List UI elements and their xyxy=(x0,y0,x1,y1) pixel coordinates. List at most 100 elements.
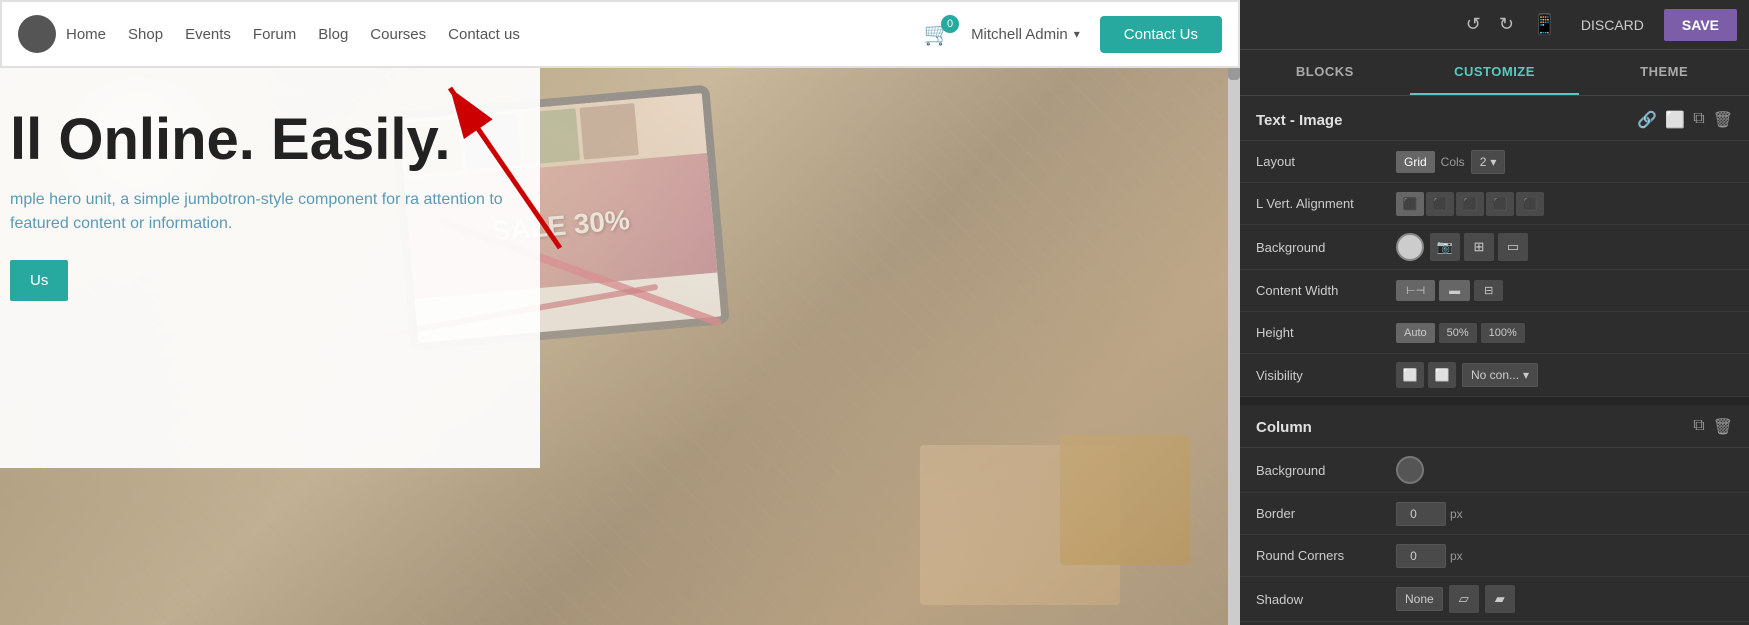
undo-icon[interactable]: ↺ xyxy=(1462,10,1485,39)
chevron-down-icon: ▾ xyxy=(1523,368,1529,382)
height-controls: Auto 50% 100% xyxy=(1396,323,1733,343)
tab-customize[interactable]: CUSTOMIZE xyxy=(1410,50,1580,95)
background-icon-btns: 📷 ⊞ ▭ xyxy=(1430,233,1528,261)
col-background-color-toggle[interactable] xyxy=(1396,456,1424,484)
main-scrollbar[interactable] xyxy=(1228,0,1240,625)
nav-courses[interactable]: Courses xyxy=(370,26,426,43)
nav-links: Home Shop Events Forum Blog Courses Cont… xyxy=(66,26,924,43)
align-top-btn[interactable]: ⬛ xyxy=(1396,192,1424,216)
vis-mobile-btn[interactable]: ⬜ xyxy=(1428,362,1456,388)
align-stretch-btn[interactable]: ⬛ xyxy=(1486,192,1514,216)
visibility-row: Visibility ⬜ ⬜ No con... ▾ xyxy=(1240,354,1749,397)
column-section-icons: ⧉ 🗑 xyxy=(1693,417,1733,437)
background-color-toggle[interactable] xyxy=(1396,233,1424,261)
bg-image-btn[interactable]: 📷 xyxy=(1430,233,1460,261)
round-corners-unit: px xyxy=(1450,549,1463,563)
nav-admin[interactable]: Mitchell Admin ▾ xyxy=(971,26,1080,43)
content-width-row: Content Width ⊢⊣ ▬ ⊟ xyxy=(1240,270,1749,312)
cols-dropdown[interactable]: 2 ▾ xyxy=(1471,150,1506,174)
navbar: Home Shop Events Forum Blog Courses Cont… xyxy=(0,0,1240,68)
align-bottom-btn[interactable]: ⬛ xyxy=(1456,192,1484,216)
section-divider xyxy=(1240,397,1749,405)
no-con-label: No con... xyxy=(1471,368,1519,382)
panel-tabs: BLOCKS CUSTOMIZE THEME xyxy=(1240,50,1749,96)
hero-subtitle: mple hero unit, a simple jumbotron-style… xyxy=(10,188,510,236)
nav-cart[interactable]: 🛒 0 xyxy=(924,21,951,47)
background-row: Background 📷 ⊞ ▭ xyxy=(1240,225,1749,270)
width-full-btn[interactable]: ⊟ xyxy=(1474,280,1503,301)
nav-blog[interactable]: Blog xyxy=(318,26,348,43)
shadow-row: Shadow None ▱ ▰ xyxy=(1240,577,1749,622)
mobile-device-icon[interactable]: 📱 xyxy=(1528,8,1561,41)
section-title: Text - Image xyxy=(1256,112,1342,129)
discard-button[interactable]: DISCARD xyxy=(1571,11,1654,39)
round-corners-value-input[interactable] xyxy=(1396,544,1446,568)
shadow-option-2[interactable]: ▰ xyxy=(1485,585,1515,613)
main-preview: Home Shop Events Forum Blog Courses Cont… xyxy=(0,0,1240,625)
layout-label: Layout xyxy=(1256,154,1396,169)
panel-content: Text - Image 🔗 ⬜ ⧉ 🗑 Layout Grid Cols 2 … xyxy=(1240,96,1749,625)
nav-forum[interactable]: Forum xyxy=(253,26,296,43)
tab-theme[interactable]: THEME xyxy=(1579,50,1749,95)
cols-value: 2 xyxy=(1480,155,1487,169)
width-boxed-btn[interactable]: ▬ xyxy=(1439,280,1470,301)
layout-grid-btn[interactable]: Grid xyxy=(1396,151,1435,173)
duplicate-icon[interactable]: ⧉ xyxy=(1693,110,1704,130)
chevron-down-icon: ▾ xyxy=(1074,27,1080,41)
col-background-controls xyxy=(1396,456,1733,484)
tab-blocks[interactable]: BLOCKS xyxy=(1240,50,1410,95)
align-baseline-btn[interactable]: ⬛ xyxy=(1516,192,1544,216)
height-auto-btn[interactable]: Auto xyxy=(1396,323,1435,343)
contact-us-button[interactable]: Contact Us xyxy=(1100,16,1222,53)
visibility-label: Visibility xyxy=(1256,368,1396,383)
round-corners-input-group: px xyxy=(1396,544,1463,568)
height-buttons: Auto 50% 100% xyxy=(1396,323,1525,343)
background-controls: 📷 ⊞ ▭ xyxy=(1396,233,1733,261)
nav-contact[interactable]: Contact us xyxy=(448,26,520,43)
delete-col-icon[interactable]: 🗑 xyxy=(1713,417,1733,437)
redo-icon[interactable]: ↻ xyxy=(1495,10,1518,39)
cart-badge: 0 xyxy=(941,15,959,33)
col-background-label: Background xyxy=(1256,463,1396,478)
copy-col-icon[interactable]: ⧉ xyxy=(1693,417,1704,437)
vert-align-label: L Vert. Alignment xyxy=(1256,196,1396,211)
column-title: Column xyxy=(1256,419,1312,436)
vert-align-controls: ⬛ ⬛ ⬛ ⬛ ⬛ xyxy=(1396,192,1733,216)
link-icon[interactable]: 🔗 xyxy=(1637,110,1657,130)
shadow-none-label: None xyxy=(1396,587,1443,611)
section-icons: 🔗 ⬜ ⧉ 🗑 xyxy=(1637,110,1733,130)
hero-title: ll Online. Easily. xyxy=(10,108,510,172)
shadow-option-1[interactable]: ▱ xyxy=(1449,585,1479,613)
background-label: Background xyxy=(1256,240,1396,255)
content-width-label: Content Width xyxy=(1256,283,1396,298)
round-corners-label: Round Corners xyxy=(1256,548,1396,563)
visibility-controls: ⬜ ⬜ No con... ▾ xyxy=(1396,362,1733,388)
bg-video-btn[interactable]: ▭ xyxy=(1498,233,1528,261)
copy-icon[interactable]: ⬜ xyxy=(1665,110,1685,130)
height-label: Height xyxy=(1256,325,1396,340)
text-image-section-header: Text - Image 🔗 ⬜ ⧉ 🗑 xyxy=(1240,96,1749,141)
layout-controls: Grid Cols 2 ▾ xyxy=(1396,150,1733,174)
delete-icon[interactable]: 🗑 xyxy=(1713,110,1733,130)
height-row: Height Auto 50% 100% xyxy=(1240,312,1749,354)
vis-desktop-btn[interactable]: ⬜ xyxy=(1396,362,1424,388)
save-button[interactable]: SAVE xyxy=(1664,9,1737,41)
col-border-label: Border xyxy=(1256,506,1396,521)
width-expand-btn[interactable]: ⊢⊣ xyxy=(1396,280,1435,301)
nav-events[interactable]: Events xyxy=(185,26,231,43)
align-buttons: ⬛ ⬛ ⬛ ⬛ ⬛ xyxy=(1396,192,1544,216)
height-50-btn[interactable]: 50% xyxy=(1439,323,1477,343)
round-corners-controls: px xyxy=(1396,544,1733,568)
visibility-dropdown[interactable]: No con... ▾ xyxy=(1462,363,1538,387)
height-100-btn[interactable]: 100% xyxy=(1481,323,1525,343)
nav-shop[interactable]: Shop xyxy=(128,26,163,43)
align-middle-btn[interactable]: ⬛ xyxy=(1426,192,1454,216)
hero-cta-button[interactable]: Us xyxy=(10,260,68,301)
column-section-header: Column ⧉ 🗑 xyxy=(1240,405,1749,448)
hero-card: ll Online. Easily. mple hero unit, a sim… xyxy=(0,68,540,468)
bg-gradient-btn[interactable]: ⊞ xyxy=(1464,233,1494,261)
border-value-input[interactable] xyxy=(1396,502,1446,526)
width-buttons: ⊢⊣ ▬ ⊟ xyxy=(1396,280,1503,301)
nav-home[interactable]: Home xyxy=(66,26,106,43)
content-width-controls: ⊢⊣ ▬ ⊟ xyxy=(1396,280,1733,301)
